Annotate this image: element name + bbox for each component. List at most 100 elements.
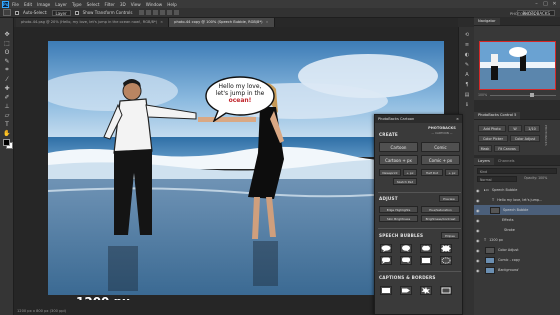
visibility-eye-icon[interactable]: ◉: [476, 248, 482, 253]
ratio-button[interactable]: 1/10: [524, 125, 540, 132]
auto-select-checkbox[interactable]: [15, 10, 19, 15]
half-dot-px-button[interactable]: + px: [445, 169, 459, 176]
healing-tool-icon[interactable]: ✚: [3, 84, 11, 92]
history-icon[interactable]: ⟲: [463, 31, 471, 39]
caption-tag-icon[interactable]: [400, 286, 412, 295]
lasso-tool-icon[interactable]: ʘ: [3, 48, 11, 56]
add-photo-button[interactable]: Add Photo: [478, 125, 506, 132]
tab-close-icon[interactable]: ×: [160, 20, 163, 24]
foreground-color-swatch[interactable]: [3, 139, 10, 146]
align-top-icon[interactable]: [139, 10, 145, 15]
burst-border-icon[interactable]: [420, 286, 432, 295]
speech-bubble-right-icon[interactable]: [400, 256, 412, 265]
hand-tool-icon[interactable]: ✋: [3, 129, 11, 137]
hue-saturation-button[interactable]: Hue/Saturation: [421, 206, 460, 213]
menu-filter[interactable]: Filter: [104, 2, 114, 7]
photobacks-control-title[interactable]: PhotoBacks Control 5: [474, 112, 521, 119]
menu-image[interactable]: Image: [37, 2, 50, 7]
tab-layers[interactable]: Layers: [474, 158, 494, 165]
blend-mode-dropdown[interactable]: Normal: [477, 176, 517, 182]
cartoon-px-button[interactable]: Cartoon + px: [379, 155, 418, 165]
layer-filter-dropdown[interactable]: Kind: [477, 168, 557, 174]
w-button[interactable]: W: [508, 125, 522, 132]
tab-photo-44-copy[interactable]: photo-44 copy @ 100% (Speech Bubble, RGB…: [169, 18, 275, 27]
menu-3d[interactable]: 3D: [120, 2, 126, 7]
navigator-thumbnail[interactable]: [479, 41, 556, 90]
brush-icon[interactable]: ✎: [463, 61, 471, 69]
opacity-field[interactable]: Opacity: 100%: [524, 176, 547, 180]
align-center-icon[interactable]: [167, 10, 173, 15]
layer-row[interactable]: ◉ T Hello my love, let's jump...: [474, 195, 560, 205]
layer-row[interactable]: ◉ Color Adjust: [474, 245, 560, 255]
visibility-eye-icon[interactable]: ◉: [476, 238, 482, 243]
tab-photo-44[interactable]: photo-44.psg @ 20% (Hello, my love, let'…: [16, 18, 170, 27]
sketch-pad-button[interactable]: Sketch Pad: [393, 178, 417, 185]
paragraph-icon[interactable]: ¶: [463, 81, 471, 89]
tab-close-icon[interactable]: ×: [266, 20, 269, 24]
layer-effect-row[interactable]: ◉ Stroke: [474, 225, 560, 235]
plugin-titlebar[interactable]: PhotoBacks Cartoon ×: [375, 115, 462, 123]
menu-type[interactable]: Type: [72, 2, 82, 7]
marquee-tool-icon[interactable]: ⬚: [3, 39, 11, 47]
cartoon-button[interactable]: Cartoon: [379, 142, 418, 152]
move-tool-preset-icon[interactable]: [3, 9, 11, 16]
brightness-contrast-button[interactable]: Brightness/Contrast: [421, 215, 460, 222]
skin-brightness-button[interactable]: Skin Brightness: [379, 215, 418, 222]
comic-button[interactable]: Comic: [421, 142, 460, 152]
layer-row[interactable]: ◉ T 1200 px: [474, 235, 560, 245]
fit-canvas-button[interactable]: Fit Canvas: [494, 145, 520, 152]
whisper-bubble-icon[interactable]: [440, 256, 452, 265]
speech-bubble-oval-icon[interactable]: [380, 244, 392, 253]
comic-px-button[interactable]: Comic + px: [421, 155, 460, 165]
speech-bubble-round-icon[interactable]: [400, 244, 412, 253]
visibility-eye-icon[interactable]: ◉: [476, 268, 482, 273]
tab-navigator[interactable]: Navigator: [474, 18, 500, 25]
align-middle-icon[interactable]: [146, 10, 152, 15]
align-left-icon[interactable]: [160, 10, 166, 15]
frame-border-icon[interactable]: [440, 286, 452, 295]
zoom-slider-handle[interactable]: [529, 93, 534, 97]
half-dot-button[interactable]: Half Dot: [421, 169, 443, 176]
visibility-eye-icon[interactable]: ◉: [476, 208, 482, 213]
visibility-eye-icon[interactable]: ◉: [476, 188, 482, 193]
align-right-icon[interactable]: [174, 10, 180, 15]
stamp-tool-icon[interactable]: ⊥: [3, 102, 11, 110]
menu-help[interactable]: Help: [167, 2, 177, 7]
layer-row[interactable]: ◉ Background: [474, 265, 560, 275]
adjustments-icon[interactable]: ◐: [463, 51, 471, 59]
caption-box-icon[interactable]: [420, 256, 432, 265]
zoom-slider[interactable]: [490, 93, 556, 97]
close-icon[interactable]: ×: [456, 115, 459, 123]
mask-button[interactable]: Mask: [478, 145, 492, 152]
menu-edit[interactable]: Edit: [24, 2, 32, 7]
edge-highlights-button[interactable]: Edge Highlights: [379, 206, 418, 213]
color-picker-button[interactable]: Color Picker: [478, 135, 508, 142]
minimize-icon[interactable]: –: [534, 1, 539, 7]
visibility-eye-icon[interactable]: ◉: [476, 258, 482, 263]
show-transform-checkbox[interactable]: [74, 10, 79, 15]
bubble-shape-dropdown[interactable]: Ellipse: [441, 232, 459, 239]
layer-effect-row[interactable]: ◉ Effects: [474, 215, 560, 225]
visibility-eye-icon[interactable]: ◉: [476, 198, 482, 203]
close-icon[interactable]: ✕: [552, 1, 557, 7]
eyedropper-tool-icon[interactable]: ⁄: [3, 75, 11, 83]
visibility-eye-icon[interactable]: ◉: [476, 218, 482, 223]
shout-bubble-icon[interactable]: [440, 244, 452, 253]
align-bottom-icon[interactable]: [153, 10, 159, 15]
quick-select-tool-icon[interactable]: ✎: [3, 57, 11, 65]
layer-row-selected[interactable]: ◉ Speech Bubble: [474, 205, 560, 215]
type-tool-icon[interactable]: T: [3, 120, 11, 128]
info-icon[interactable]: ℹ: [463, 101, 471, 109]
thought-bubble-icon[interactable]: [420, 244, 432, 253]
crop-tool-icon[interactable]: ⌗: [3, 66, 11, 74]
menu-view[interactable]: View: [131, 2, 141, 7]
tab-channels[interactable]: Channels: [494, 158, 519, 165]
caption-plain-icon[interactable]: [380, 286, 392, 295]
color-adjust-button[interactable]: Color Adjust: [510, 135, 540, 142]
maximize-icon[interactable]: □: [543, 1, 548, 7]
speech-bubble-left-icon[interactable]: [380, 256, 392, 265]
adjust-preview-button[interactable]: Preview: [439, 195, 459, 202]
move-tool-icon[interactable]: ✥: [3, 30, 11, 38]
layer-comps-icon[interactable]: ▤: [463, 91, 471, 99]
auto-select-dropdown[interactable]: Layer: [51, 9, 71, 16]
